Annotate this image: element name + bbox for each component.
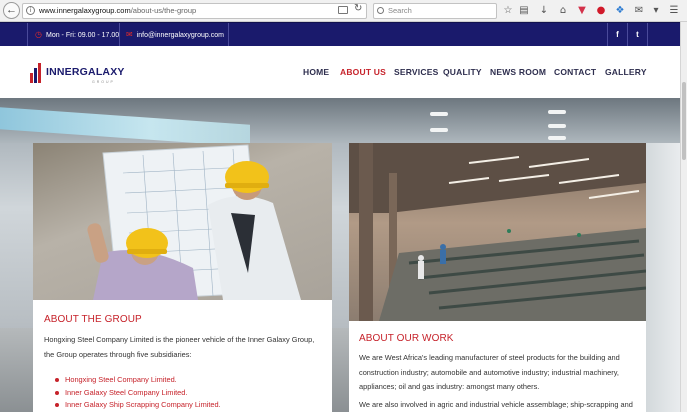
logo[interactable]: INNERGALAXY GROUP [30,61,125,85]
divider [119,23,120,47]
search-input[interactable]: Search [373,3,497,19]
factory-illustration [349,143,646,321]
mail-icon: ✉ [126,30,133,39]
email-link[interactable]: ✉ info@innergalaxygroup.com [126,23,224,47]
reload-icon[interactable]: ↻ [354,3,362,14]
about-work-paragraph-2: We are also involved in agric and indust… [359,400,633,409]
bullet-icon [55,403,59,407]
about-group-text: Hongxing Steel Company Limited is the pi… [44,335,315,359]
nav-about-us[interactable]: ABOUT US [340,46,386,98]
list-item[interactable]: Inner Galaxy Ship Scrapping Company Limi… [55,399,221,412]
list-item[interactable]: Hongxing Steel Company Limited. [55,374,221,387]
bullet-icon [55,378,59,382]
twitter-icon[interactable]: t [628,23,647,47]
subsidiaries-list: Hongxing Steel Company Limited. Inner Ga… [55,374,221,412]
nav-gallery[interactable]: GALLERY [605,46,647,98]
url-host: www.innergalaxygroup.com [39,6,131,15]
about-group-card: ABOUT THE GROUP Hongxing Steel Company L… [33,143,332,412]
dropdown-icon[interactable]: ▾ [650,4,662,17]
logo-mark-icon [30,63,44,83]
about-group-title: ABOUT THE GROUP [44,314,142,325]
office-hours: ◷ Mon - Fri: 09.00 - 17.00 [35,30,120,39]
divider [228,23,229,47]
top-info-bar: ◷ Mon - Fri: 09.00 - 17.00 ✉ info@innergal… [0,22,687,47]
logo-text: INNERGALAXY [46,66,125,78]
url-bar[interactable]: www.innergalaxygroup.com/about-us/the-gr… [22,3,367,19]
menu-icon[interactable]: ☰ [668,4,680,17]
extension-icon[interactable]: ❖ [614,4,626,17]
download-icon[interactable]: ↓ [538,4,550,17]
about-work-card: ABOUT OUR WORK We are West Africa's lead… [349,143,646,412]
pinterest-icon[interactable]: ● [595,4,607,17]
home-icon[interactable]: ⌂ [557,4,569,17]
nav-home[interactable]: HOME [303,46,329,98]
facebook-icon[interactable]: f [608,23,627,47]
bookmark-star-icon[interactable]: ☆ [502,4,514,17]
site-header: INNERGALAXY GROUP HOME ABOUT US SERVICES… [0,46,680,98]
browser-toolbar: ← www.innergalaxygroup.com/about-us/the-… [0,0,687,22]
engineers-photo [33,143,332,300]
nav-contact[interactable]: CONTACT [554,46,596,98]
divider [647,23,648,47]
clipboard-icon[interactable]: ▤ [518,4,530,17]
reader-view-icon[interactable] [338,6,348,14]
engineers-illustration [87,144,301,300]
clock-icon: ◷ [35,30,42,39]
list-item[interactable]: Inner Galaxy Steel Company Limited. [55,387,221,400]
page-scrollbar[interactable] [680,22,687,412]
url-path: /about-us/the-group [130,6,197,15]
pocket-icon[interactable]: ▼ [576,4,588,17]
scrollbar-thumb[interactable] [682,82,686,160]
nav-services[interactable]: SERVICES [394,46,438,98]
nav-news-room[interactable]: NEWS ROOM [490,46,546,98]
steel-factory-photo [349,143,646,321]
back-icon[interactable]: ← [3,2,20,19]
search-icon [377,7,384,14]
about-work-title: ABOUT OUR WORK [359,333,454,344]
info-icon[interactable]: i [26,6,35,15]
divider [27,23,28,47]
bullet-icon [55,390,59,395]
about-work-paragraph-1: We are West Africa's leading manufacture… [359,353,620,391]
logo-subtext: GROUP [92,80,115,84]
nav-quality[interactable]: QUALITY [443,46,482,98]
chat-icon[interactable]: ✉ [633,4,645,17]
